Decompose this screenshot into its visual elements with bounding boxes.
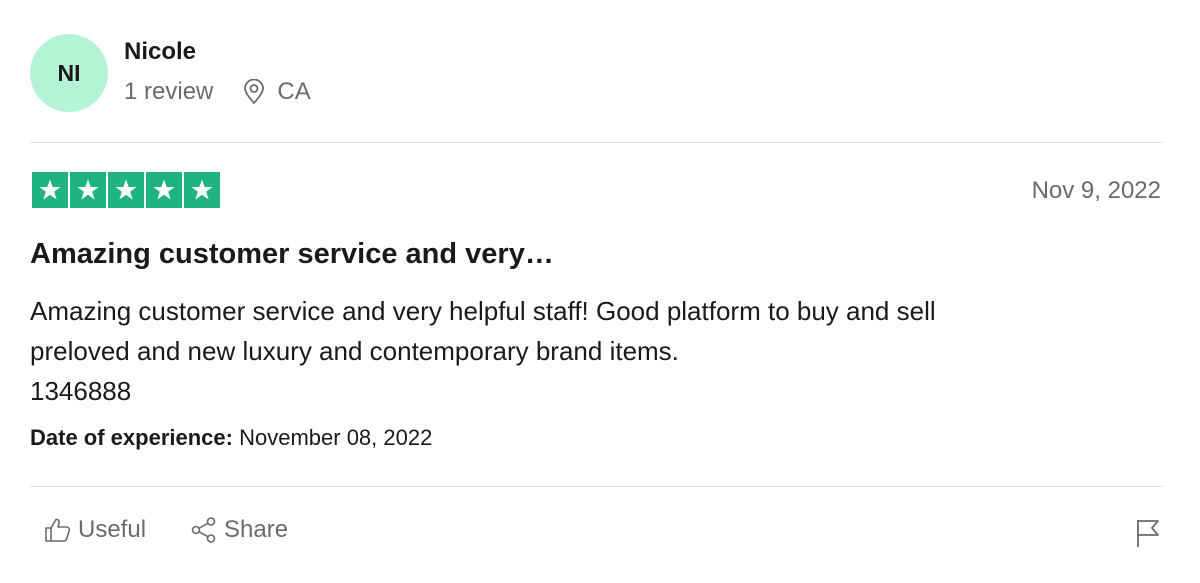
review-body: Amazing customer service and very helpfu…: [30, 291, 1130, 411]
star-icon: [32, 172, 68, 208]
location-text: CA: [277, 78, 311, 105]
review-card: NI Nicole 1 review CA Nov 9, 2022 Amazin…: [30, 0, 1163, 583]
star-icon: [70, 172, 106, 208]
location-pin-icon: [244, 79, 265, 104]
avatar-initials: NI: [57, 59, 81, 86]
divider: [30, 486, 1163, 487]
flag-icon: [1137, 520, 1159, 547]
useful-label: Useful: [78, 516, 147, 543]
location: CA: [243, 78, 311, 106]
date-of-experience: Date of experience: November 08, 2022: [30, 425, 432, 451]
divider: [30, 142, 1163, 143]
review-count: 1 review: [124, 78, 214, 105]
consumer-name[interactable]: Nicole: [124, 38, 196, 66]
share-icon: [191, 517, 216, 543]
review-body-line: 1346888: [30, 376, 132, 406]
report-button[interactable]: [1135, 518, 1161, 553]
review-body-line: Amazing customer service and very helpfu…: [30, 296, 936, 326]
star-icon: [108, 172, 144, 208]
star-rating: [32, 172, 220, 208]
review-body-line: preloved and new luxury and contemporary…: [30, 336, 679, 366]
review-actions: Useful Share: [44, 516, 288, 544]
thumbs-up-icon: [45, 518, 71, 542]
share-label: Share: [224, 516, 289, 543]
star-icon: [184, 172, 220, 208]
useful-button[interactable]: Useful: [44, 516, 146, 544]
share-button[interactable]: Share: [190, 516, 288, 544]
experience-date: November 08, 2022: [239, 425, 433, 450]
star-icon: [146, 172, 182, 208]
consumer-meta: 1 review CA: [124, 78, 311, 106]
review-date: Nov 9, 2022: [1031, 177, 1161, 204]
review-title[interactable]: Amazing customer service and very…: [30, 238, 554, 271]
experience-label: Date of experience:: [30, 425, 233, 450]
avatar[interactable]: NI: [30, 34, 108, 112]
